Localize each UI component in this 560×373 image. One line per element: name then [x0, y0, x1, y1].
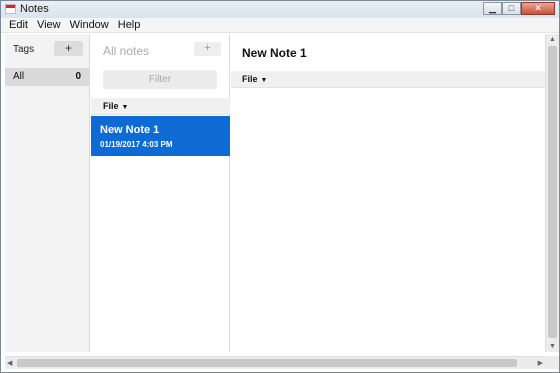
- notes-file-label: File: [103, 101, 119, 111]
- notes-list-title: All notes: [103, 44, 150, 58]
- vertical-scrollbar[interactable]: ▲ ▼: [545, 34, 559, 352]
- tag-item-label: All: [13, 71, 25, 82]
- editor-file-label: File: [242, 74, 258, 84]
- notes-list-panel: All notes + Filter File ▼ New Note 1 01/1…: [91, 34, 230, 352]
- horizontal-scroll-thumb[interactable]: [17, 359, 517, 367]
- window-title: Notes: [20, 3, 49, 15]
- editor-note-title[interactable]: New Note 1: [242, 46, 307, 60]
- editor-file-bar: File ▼: [231, 71, 545, 88]
- tags-title: Tags: [13, 44, 35, 55]
- vertical-scroll-thumb[interactable]: [548, 46, 557, 338]
- notes-window: Notes ▁ □ ✕ Edit View Window Help Tags +…: [0, 0, 560, 373]
- minimize-icon: ▁: [489, 3, 496, 13]
- filter-button[interactable]: Filter: [103, 70, 217, 89]
- title-bar[interactable]: Notes ▁ □ ✕: [1, 1, 559, 18]
- horizontal-scrollbar[interactable]: ◀ ▶: [5, 356, 545, 369]
- maximize-icon: □: [508, 3, 515, 13]
- close-icon: ✕: [534, 3, 542, 13]
- close-button[interactable]: ✕: [521, 2, 555, 15]
- scroll-left-icon[interactable]: ◀: [7, 359, 12, 367]
- menu-edit[interactable]: Edit: [5, 18, 33, 32]
- window-controls: ▁ □ ✕: [483, 2, 555, 15]
- menu-view[interactable]: View: [33, 18, 66, 32]
- note-item-date: 01/19/2017 4:03 PM: [100, 140, 173, 149]
- notes-file-menu[interactable]: File ▼: [103, 101, 128, 111]
- scroll-down-icon[interactable]: ▼: [549, 343, 556, 350]
- scroll-up-icon[interactable]: ▲: [549, 36, 556, 43]
- caret-down-icon: ▼: [121, 104, 129, 111]
- menu-window[interactable]: Window: [66, 18, 114, 32]
- maximize-button[interactable]: □: [502, 2, 521, 15]
- add-note-button[interactable]: +: [194, 42, 221, 56]
- add-tag-button[interactable]: +: [54, 41, 83, 56]
- menu-bar: Edit View Window Help: [1, 18, 559, 33]
- caret-down-icon: ▼: [260, 77, 268, 84]
- tags-panel: Tags + All 0: [5, 34, 90, 352]
- editor-panel: New Note 1 File ▼: [231, 34, 545, 352]
- tag-item-count: 0: [75, 71, 81, 82]
- scroll-right-icon[interactable]: ▶: [538, 359, 543, 367]
- scroll-corner: [545, 356, 559, 369]
- editor-file-menu[interactable]: File ▼: [242, 74, 267, 84]
- notes-file-bar: File ▼: [91, 98, 230, 115]
- tag-item-all[interactable]: All 0: [5, 68, 90, 86]
- menu-help[interactable]: Help: [114, 18, 146, 32]
- note-item-title: New Note 1: [100, 124, 160, 136]
- note-list-item[interactable]: New Note 1 01/19/2017 4:03 PM: [91, 116, 230, 156]
- minimize-button[interactable]: ▁: [483, 2, 502, 15]
- notes-app-icon: [5, 4, 16, 14]
